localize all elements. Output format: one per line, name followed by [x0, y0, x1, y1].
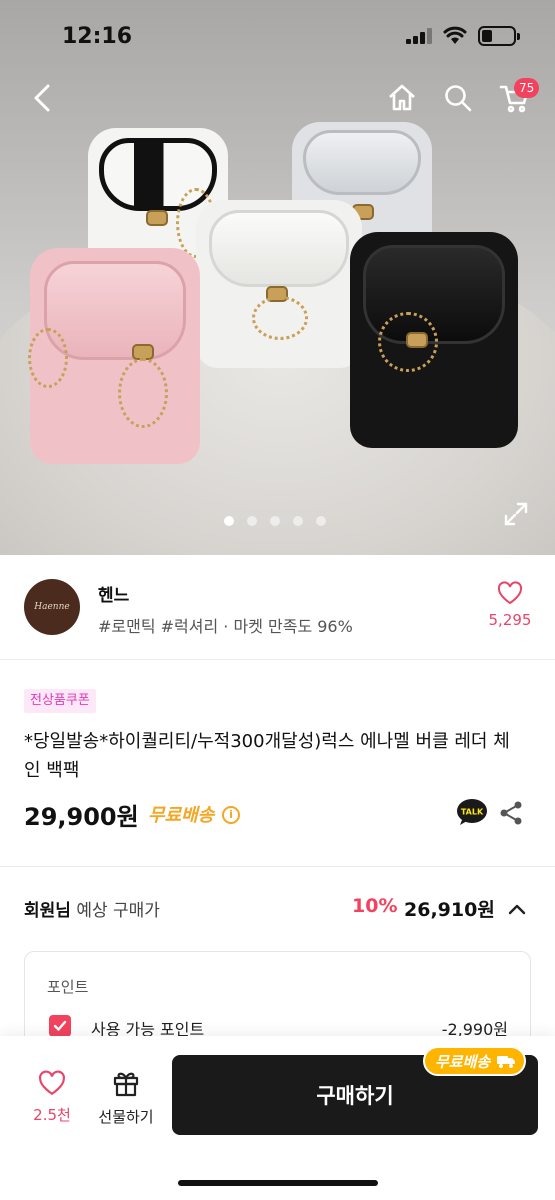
- gift-label: 선물하기: [98, 1108, 154, 1126]
- battery-icon: [478, 26, 520, 46]
- expand-icon[interactable]: [500, 498, 532, 530]
- home-indicator: [178, 1180, 378, 1186]
- status-bar: 12:16: [0, 0, 555, 72]
- gift-icon: [113, 1072, 139, 1097]
- info-icon[interactable]: i: [222, 806, 240, 824]
- carousel-dot[interactable]: [224, 516, 234, 526]
- member-discount: 10%: [352, 895, 398, 917]
- points-title: 포인트: [47, 978, 89, 996]
- share-icon[interactable]: [498, 800, 524, 826]
- chevron-up-icon[interactable]: [506, 898, 528, 920]
- heart-icon: [497, 581, 523, 605]
- back-button[interactable]: [22, 78, 62, 118]
- seller-like-count: 5,295: [488, 611, 532, 629]
- carousel-dot[interactable]: [247, 516, 257, 526]
- product-price: 29,900원: [24, 803, 139, 831]
- wishlist-count: 2.5천: [33, 1106, 71, 1124]
- gift-button[interactable]: 선물하기: [92, 1068, 160, 1127]
- svg-text:TALK: TALK: [461, 808, 484, 817]
- bag-black: [350, 232, 518, 448]
- free-shipping-label: 무료배송: [148, 805, 215, 826]
- free-shipping-tag: 무료배송: [423, 1046, 527, 1076]
- seller-name[interactable]: 헨느: [98, 581, 129, 606]
- carousel-dot[interactable]: [316, 516, 326, 526]
- wishlist-button[interactable]: 2.5천: [24, 1070, 80, 1125]
- carousel-dot[interactable]: [293, 516, 303, 526]
- heart-icon: [39, 1070, 65, 1096]
- divider: [0, 866, 555, 867]
- talk-icon[interactable]: TALK: [456, 798, 488, 826]
- seller-row[interactable]: Haenne 헨느 #로맨틱 #럭셔리 · 마켓 만족도 96% 5,295: [0, 555, 555, 660]
- cart-count-badge: 75: [514, 78, 540, 98]
- product-title: *당일발송*하이퀄리티/누적300개달성)럭스 에나멜 버클 레더 체인 백팩: [24, 731, 510, 781]
- bottom-action-bar: 2.5천 선물하기 구매하기 무료배송: [0, 1036, 555, 1200]
- home-icon[interactable]: [382, 78, 422, 118]
- member-price: 26,910원: [404, 899, 495, 921]
- truck-icon: [497, 1056, 516, 1068]
- points-checkbox[interactable]: [49, 1015, 71, 1037]
- status-time: 12:16: [62, 24, 133, 49]
- search-icon[interactable]: [438, 78, 478, 118]
- seller-logo[interactable]: Haenne: [24, 579, 80, 635]
- bag-pink: [28, 248, 200, 464]
- coupon-badge[interactable]: 전상품쿠폰: [24, 689, 96, 713]
- signal-icon: [406, 28, 432, 44]
- wifi-icon: [442, 24, 468, 46]
- seller-tags: #로맨틱 #럭셔리 · 마켓 만족도 96%: [98, 617, 353, 636]
- carousel-indicator: [224, 516, 326, 526]
- carousel-dot[interactable]: [270, 516, 280, 526]
- bag-white: [196, 200, 362, 368]
- member-price-label: 회원님 예상 구매가: [24, 901, 160, 921]
- seller-like-button[interactable]: 5,295: [484, 581, 536, 629]
